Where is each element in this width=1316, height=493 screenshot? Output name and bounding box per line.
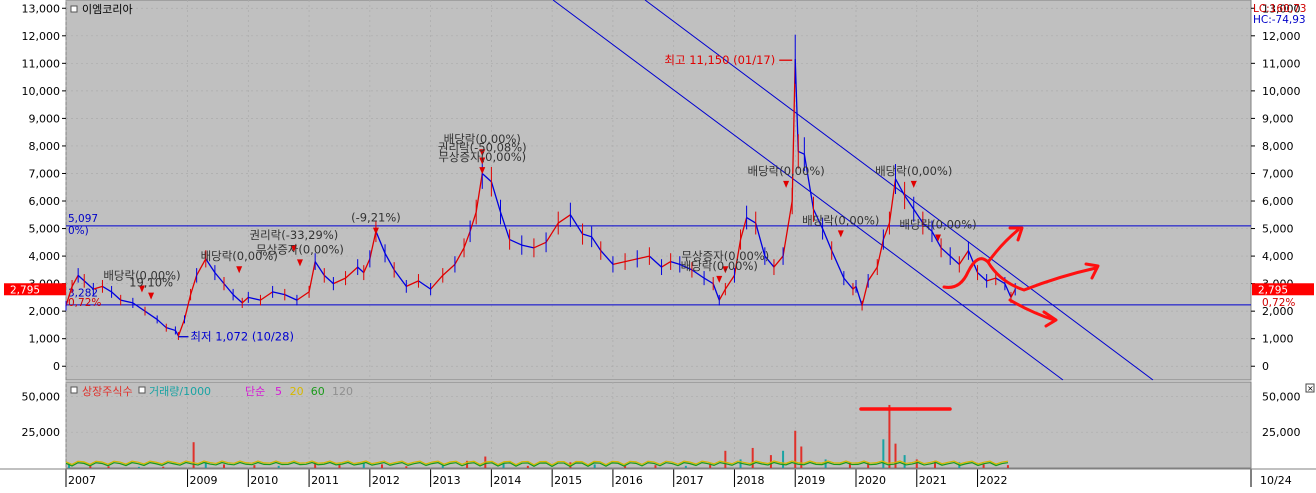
y-tick-label-left: 0 xyxy=(53,360,60,373)
x-end-label: 10/24 xyxy=(1260,474,1292,487)
volume-bar xyxy=(654,465,657,468)
volume-legend-item: 상장주식수 xyxy=(82,385,133,398)
volume-tick-label-right: 50,000 xyxy=(1262,390,1301,403)
y-tick-label-right: 10,000 xyxy=(1262,85,1301,98)
high-annotation-label: 최고 11,150 (01/17) xyxy=(664,53,775,67)
y-tick-label-left: 6,000 xyxy=(29,195,61,208)
y-tick-label-right: 12,000 xyxy=(1262,30,1301,43)
low-annotation-label: 최저 1,072 (10/28) xyxy=(190,330,294,344)
x-tick-label: 2020 xyxy=(858,474,886,487)
y-tick-label-left: 2,000 xyxy=(29,305,61,318)
x-tick-label: 2015 xyxy=(554,474,582,487)
volume-bar xyxy=(724,450,727,468)
y-tick-label-left: 4,000 xyxy=(29,250,61,263)
event-annotation-label: 19,10% xyxy=(129,276,173,290)
x-tick-label: 2014 xyxy=(493,474,521,487)
volume-bar xyxy=(526,465,529,468)
volume-bar xyxy=(888,404,891,468)
y-tick-label-left: 12,000 xyxy=(22,30,61,43)
volume-legend-item: 120 xyxy=(332,385,353,398)
y-tick-label-left: 13,000 xyxy=(22,2,61,15)
event-annotation-label: 무상증자(0,00%) xyxy=(438,150,526,164)
x-tick-label: 2012 xyxy=(372,474,400,487)
event-annotation-label: 권리락(-33,29%) xyxy=(250,228,339,242)
x-tick-label: 2013 xyxy=(433,474,461,487)
x-tick-label: 2019 xyxy=(797,474,825,487)
volume-bar xyxy=(405,466,408,468)
y-tick-label-left: 7,000 xyxy=(29,167,61,180)
x-tick-label: 2016 xyxy=(615,474,643,487)
volume-bar xyxy=(107,466,110,468)
y-tick-label-right: 1,000 xyxy=(1262,333,1294,346)
event-annotation-label: 무상증자(0,00%) xyxy=(256,242,344,256)
y-tick-label-left: 5,000 xyxy=(29,223,61,236)
volume-bar xyxy=(751,447,754,468)
event-annotation-label: 배당락(0,00%) xyxy=(802,213,879,227)
y-tick-label-right: 7,000 xyxy=(1262,167,1294,180)
volume-tick-label-left: 25,000 xyxy=(22,426,61,439)
volume-bar xyxy=(593,464,596,468)
y-tick-label-left: 9,000 xyxy=(29,112,61,125)
volume-bar xyxy=(782,450,785,468)
volume-legend-item: 단순 xyxy=(245,385,265,398)
left-small-label: 0%) xyxy=(68,225,89,237)
volume-bar xyxy=(903,455,906,468)
y-tick-label-right: 8,000 xyxy=(1262,140,1294,153)
volume-legend-item: 20 xyxy=(290,385,304,398)
volume-bar xyxy=(223,464,225,468)
y-tick-label-left: 1,000 xyxy=(29,333,61,346)
y-tick-label-left: 11,000 xyxy=(22,57,61,70)
volume-bar xyxy=(162,466,165,468)
volume-tick-label-left: 50,000 xyxy=(22,390,61,403)
volume-bar xyxy=(277,465,280,468)
event-annotation-label: (-9,21%) xyxy=(351,211,401,225)
volume-legend-item: 60 xyxy=(311,385,325,398)
chart-canvas: 5,0970,72% 0,72%0%)3,282 상장주식수 거래량/1000 단순 5… xyxy=(0,0,1316,489)
volume-bar xyxy=(338,464,341,468)
legend-checkbox-icon xyxy=(70,386,78,394)
y-tick-label-right: 0 xyxy=(1262,360,1269,373)
event-annotation-label: 배당락(0,00%) xyxy=(681,259,758,273)
y-tick-label-right: 6,000 xyxy=(1262,195,1294,208)
event-annotation-label: 배당락(0,00%) xyxy=(899,218,976,232)
x-tick-label: 2022 xyxy=(980,474,1008,487)
price-panel xyxy=(65,0,1252,381)
x-tick-label: 2007 xyxy=(68,474,96,487)
y-tick-label-left: 8,000 xyxy=(29,140,61,153)
y-tick-label-right: 11,000 xyxy=(1262,57,1301,70)
y-tick-label-right: 5,000 xyxy=(1262,223,1294,236)
x-tick-label: 2017 xyxy=(676,474,704,487)
event-annotation-label: 배당락(0,00%) xyxy=(747,164,824,178)
chart-title: 이엠코리아 xyxy=(82,3,133,16)
close-button[interactable]: × xyxy=(1305,383,1315,393)
y-tick-label-left: 10,000 xyxy=(22,85,61,98)
stock-chart: 5,097 0,72% 0,72% 0%) 3,282 상장주식수 거래량/1000 단순 5… xyxy=(0,0,1316,489)
volume-panel xyxy=(65,381,1252,469)
x-tick-label: 2011 xyxy=(311,474,339,487)
y-tick-label-right: 4,000 xyxy=(1262,250,1294,263)
title-checkbox-icon[interactable] xyxy=(70,5,78,13)
current-price-label-left: 2,795 xyxy=(10,284,40,296)
legend-checkbox-icon xyxy=(138,386,146,394)
volume-bar xyxy=(982,464,985,468)
close-icon: × xyxy=(1307,384,1314,393)
volume-legend-item: 거래량/1000 xyxy=(149,385,211,398)
x-tick-label: 2009 xyxy=(190,474,218,487)
volume-bar xyxy=(253,465,256,468)
volume-bar xyxy=(1006,465,1009,468)
x-tick-label: 2018 xyxy=(736,474,764,487)
volume-bar xyxy=(381,464,383,468)
y-tick-label-right: 2,000 xyxy=(1262,305,1294,318)
volume-bar xyxy=(684,465,687,468)
current-price-label-right: 2,795 xyxy=(1258,284,1288,296)
x-tick-label: 2010 xyxy=(250,474,278,487)
hc-label: HC:-74,93 xyxy=(1253,14,1306,26)
event-annotation-label: 배당락(0,00%) xyxy=(875,164,952,178)
x-tick-label: 2021 xyxy=(919,474,947,487)
volume-legend-item: 5 xyxy=(275,385,282,398)
y-tick-label-right: 9,000 xyxy=(1262,112,1294,125)
ref-line-label: 5,097 xyxy=(68,213,98,225)
volume-bar xyxy=(137,466,140,468)
volume-tick-label-right: 25,000 xyxy=(1262,426,1301,439)
